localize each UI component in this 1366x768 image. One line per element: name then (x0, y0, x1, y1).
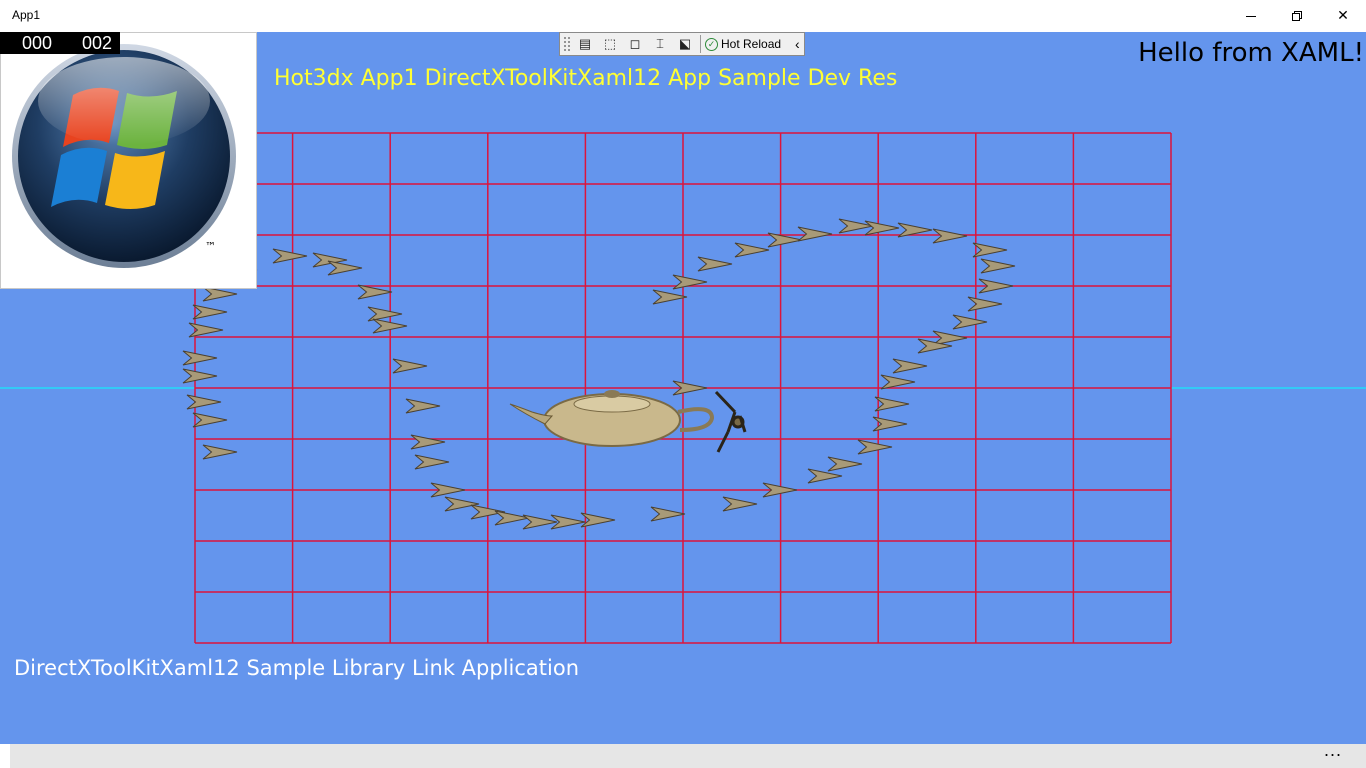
ship-sprite (672, 274, 708, 290)
ship-sprite (952, 314, 988, 330)
title-bar: App1 ✕ (0, 0, 1366, 32)
ship-sprite (864, 220, 900, 236)
ship-sprite (410, 434, 446, 450)
ship-sprite (494, 510, 530, 526)
ship-sprite (880, 374, 916, 390)
more-options-button[interactable]: ... (1324, 740, 1342, 761)
ship-sprite (405, 398, 441, 414)
spaceship-fleet (182, 218, 1016, 530)
display-layout-adorners-icon[interactable]: ◻ (624, 33, 646, 55)
ship-sprite (697, 256, 733, 272)
ship-sprite (188, 322, 224, 338)
ship-sprite (722, 496, 758, 512)
ship-sprite (182, 350, 218, 366)
teapot-model (509, 390, 715, 447)
minimize-icon (1246, 15, 1256, 17)
collapse-toolbar-icon[interactable]: ‹ (795, 36, 800, 52)
app-canvas[interactable]: ™ 000 002 ▤ ⬚ ◻ ⌶ ⬕ ✓ Hot Reload ‹ Hot3d… (0, 32, 1366, 744)
ship-sprite (414, 454, 450, 470)
ship-sprite (874, 396, 910, 412)
ship-sprite (327, 260, 363, 276)
ship-sprite (272, 248, 308, 264)
app-title-text: Hot3dx App1 DirectXToolKitXaml12 App Sam… (274, 66, 898, 91)
select-element-icon[interactable]: ⬚ (599, 33, 621, 55)
frame-counter: 000 002 (0, 32, 120, 54)
ship-sprite (734, 242, 770, 258)
ship-sprite (357, 284, 393, 300)
ship-sprite (857, 439, 893, 455)
ship-sprite (186, 394, 222, 410)
ship-sprite (807, 468, 843, 484)
show-binding-failures-icon[interactable]: ⬕ (674, 33, 696, 55)
ship-sprite (444, 496, 480, 512)
ship-sprite (522, 514, 558, 530)
hot-reload-button[interactable]: ✓ Hot Reload (705, 37, 781, 51)
footer-text: DirectXToolKitXaml12 Sample Library Link… (14, 656, 580, 680)
frame-counter-left: 000 (22, 33, 53, 53)
trademark-label: ™ (205, 240, 216, 253)
hot-reload-label: Hot Reload (721, 37, 782, 51)
xaml-devtools-toolbar: ▤ ⬚ ◻ ⌶ ⬕ ✓ Hot Reload ‹ (559, 32, 805, 56)
restore-icon (1292, 11, 1302, 21)
ship-sprite (892, 358, 928, 374)
logo-image: ™ (0, 32, 257, 289)
ship-sprite (182, 368, 218, 384)
minimize-button[interactable] (1228, 0, 1274, 32)
ship-sprite (192, 412, 228, 428)
ship-sprite (972, 242, 1008, 258)
ship-sprite (827, 456, 863, 472)
close-icon: ✕ (1337, 8, 1349, 24)
hot-reload-check-icon: ✓ (705, 37, 718, 51)
ship-sprite (932, 228, 968, 244)
ship-sprite (650, 506, 686, 522)
frame-counter-right: 002 (82, 33, 113, 53)
windows-logo-icon (12, 44, 236, 268)
ship-sprite (392, 358, 428, 374)
toolbar-separator (700, 35, 701, 53)
close-button[interactable]: ✕ (1320, 0, 1366, 32)
window-title: App1 (12, 8, 41, 22)
ship-sprite (652, 289, 688, 305)
track-focus-icon[interactable]: ⌶ (649, 33, 671, 55)
ship-sprite (980, 258, 1016, 274)
live-visual-tree-icon[interactable]: ▤ (574, 33, 596, 55)
ship-sprite (202, 444, 238, 460)
character-model (714, 390, 747, 453)
ship-sprite (967, 296, 1003, 312)
ship-sprite (797, 226, 833, 242)
ship-sprite (192, 304, 228, 320)
toolbar-grip-icon[interactable] (563, 36, 571, 52)
command-bar: ... (10, 740, 1366, 768)
hello-text: Hello from XAML! (1138, 38, 1364, 68)
maximize-button[interactable] (1274, 0, 1320, 32)
